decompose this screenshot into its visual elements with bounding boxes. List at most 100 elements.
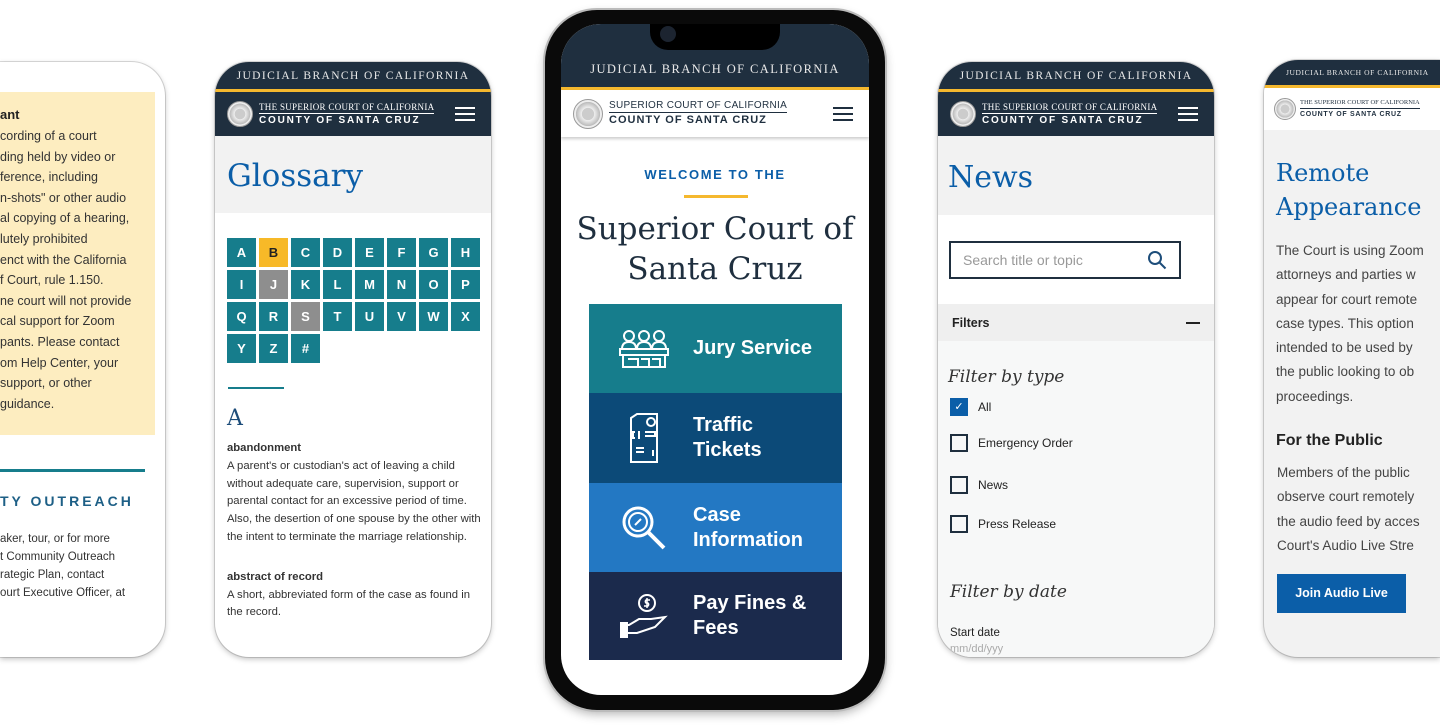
letter-v[interactable]: V [387,302,416,331]
letter-i[interactable]: I [227,270,256,299]
letter-x[interactable]: X [451,302,480,331]
logo-text[interactable]: THE SUPERIOR COURT OF CALIFORNIA COUNTY O… [259,102,435,126]
phone-remote-notice: ant cording of a court ding held by video… [0,62,165,657]
text-line: ne court will not provide [0,293,132,308]
notice-title: ant [0,107,20,122]
start-date-input[interactable]: mm/dd/yyy [950,643,1003,655]
tile-label: Pay Fines & Fees [693,592,807,639]
public-heading: For the Public [1276,432,1383,449]
page-title: Glossary [227,158,363,194]
letter-hash[interactable]: # [291,334,320,363]
option-label: Emergency Order [978,436,1073,450]
site-header: SUPERIOR COURT OF CALIFORNIA COUNTY OF SA… [561,90,869,137]
filters-toggle[interactable]: Filters [938,304,1214,341]
menu-icon[interactable] [833,106,853,121]
text-line: ding held by video or [0,149,116,164]
letter-k[interactable]: K [291,270,320,299]
text-line: al copying of a hearing, [0,211,130,226]
court-seal-logo[interactable] [573,98,603,129]
logo-text[interactable]: SUPERIOR COURT OF CALIFORNIA COUNTY OF SA… [609,101,788,126]
letter-o[interactable]: O [419,270,448,299]
text-line: Members of the public [1277,465,1410,480]
text-line: appear for court remote [1276,291,1418,307]
term-definition: A short, abbreviated form of the case as… [227,588,471,619]
checkbox[interactable] [950,476,968,494]
text-line: n-shots" or other audio [0,190,127,205]
page-title: News [948,160,1034,195]
letter-y[interactable]: Y [227,334,256,363]
public-text: Members of the public observe court remot… [1277,461,1420,558]
checkbox[interactable] [950,515,968,533]
tile-traffic-tickets[interactable]: Traffic Tickets [589,393,842,483]
phone-remote-appearance: JUDICIAL BRANCH OF CALIFORNIA THE SUPERI… [1264,60,1440,657]
text-line: the public looking to ob [1276,364,1415,380]
join-audio-live-button[interactable]: Join Audio Live [1277,574,1406,613]
letter-u[interactable]: U [355,302,384,331]
letter-j: J [259,270,288,299]
text-line: support, or other [0,376,92,391]
search-placeholder: Search title or topic [963,252,1083,268]
filter-option[interactable]: Emergency Order [950,434,1073,452]
menu-icon[interactable] [455,107,475,121]
letter-g[interactable]: G [419,238,448,267]
phone-news: JUDICIAL BRANCH OF CALIFORNIA THE SUPERI… [938,62,1214,657]
text-line: enct with the California [0,252,127,267]
letter-b[interactable]: B [259,238,288,267]
tile-jury-service[interactable]: Jury Service [589,304,842,393]
letter-q[interactable]: Q [227,302,256,331]
text-line: f Court, rule 1.150. [0,273,104,288]
welcome-label: WELCOME TO THE [644,167,786,182]
letter-l[interactable]: L [323,270,352,299]
court-seal-logo[interactable] [950,101,976,127]
letter-heading: A [227,406,243,431]
letter-d[interactable]: D [323,238,352,267]
text-line: cal support for Zoom [0,314,115,329]
search-box[interactable]: Search title or topic [949,241,1181,279]
logo-text[interactable]: THE SUPERIOR COURT OF CALIFORNIA COUNTY O… [1300,100,1420,118]
term-definition: A parent's or custodian's act of leaving… [227,459,481,543]
judicial-banner: JUDICIAL BRANCH OF CALIFORNIA [215,62,491,92]
page-title: Remote Appearance [1276,159,1422,221]
tile-label: Case Information [693,503,803,551]
divider [228,387,284,389]
court-seal-logo[interactable] [1274,98,1296,120]
text-line: pants. Please contact [0,334,120,349]
letter-e[interactable]: E [355,238,384,267]
checkbox[interactable] [950,434,968,452]
search-icon[interactable] [1147,250,1167,270]
letter-a[interactable]: A [227,238,256,267]
filter-option[interactable]: Press Release [950,515,1056,533]
filter-date-title: Filter by date [950,582,1067,602]
court-seal-logo[interactable] [227,101,253,127]
letter-f[interactable]: F [387,238,416,267]
collapse-icon[interactable] [1186,322,1200,324]
letter-c[interactable]: C [291,238,320,267]
notice-text: cording of a court ding held by video or f… [0,126,155,414]
camera [660,26,676,42]
letter-n[interactable]: N [387,270,416,299]
filter-option[interactable]: News [950,476,1008,494]
text-line: t Community Outreach [0,551,116,563]
text-line: cording of a court [0,129,97,143]
letter-r[interactable]: R [259,302,288,331]
letter-h[interactable]: H [451,238,480,267]
tile-case-information[interactable]: Case Information [589,483,842,572]
site-header: THE SUPERIOR COURT OF CALIFORNIA COUNTY O… [1264,88,1440,130]
letter-t[interactable]: T [323,302,352,331]
checkbox[interactable]: ✓ [950,398,968,416]
home-title: Superior Court of Santa Cruz [576,211,854,287]
magnifier-icon [622,506,666,549]
logo-text[interactable]: THE SUPERIOR COURT OF CALIFORNIA COUNTY O… [982,102,1158,126]
letter-w[interactable]: W [419,302,448,331]
filter-option[interactable]: ✓ All [950,398,991,416]
letter-m[interactable]: M [355,270,384,299]
tile-pay-fines[interactable]: Pay Fines & Fees [589,572,842,660]
text-line: rategic Plan, contact [0,569,105,581]
term-name: abandonment [227,442,302,454]
text-line: aker, tour, or for more [0,533,110,545]
letter-p[interactable]: P [451,270,480,299]
menu-icon[interactable] [1178,107,1198,121]
title-area: News [938,136,1214,215]
text-line: proceedings. [1276,388,1354,404]
letter-z[interactable]: Z [259,334,288,363]
